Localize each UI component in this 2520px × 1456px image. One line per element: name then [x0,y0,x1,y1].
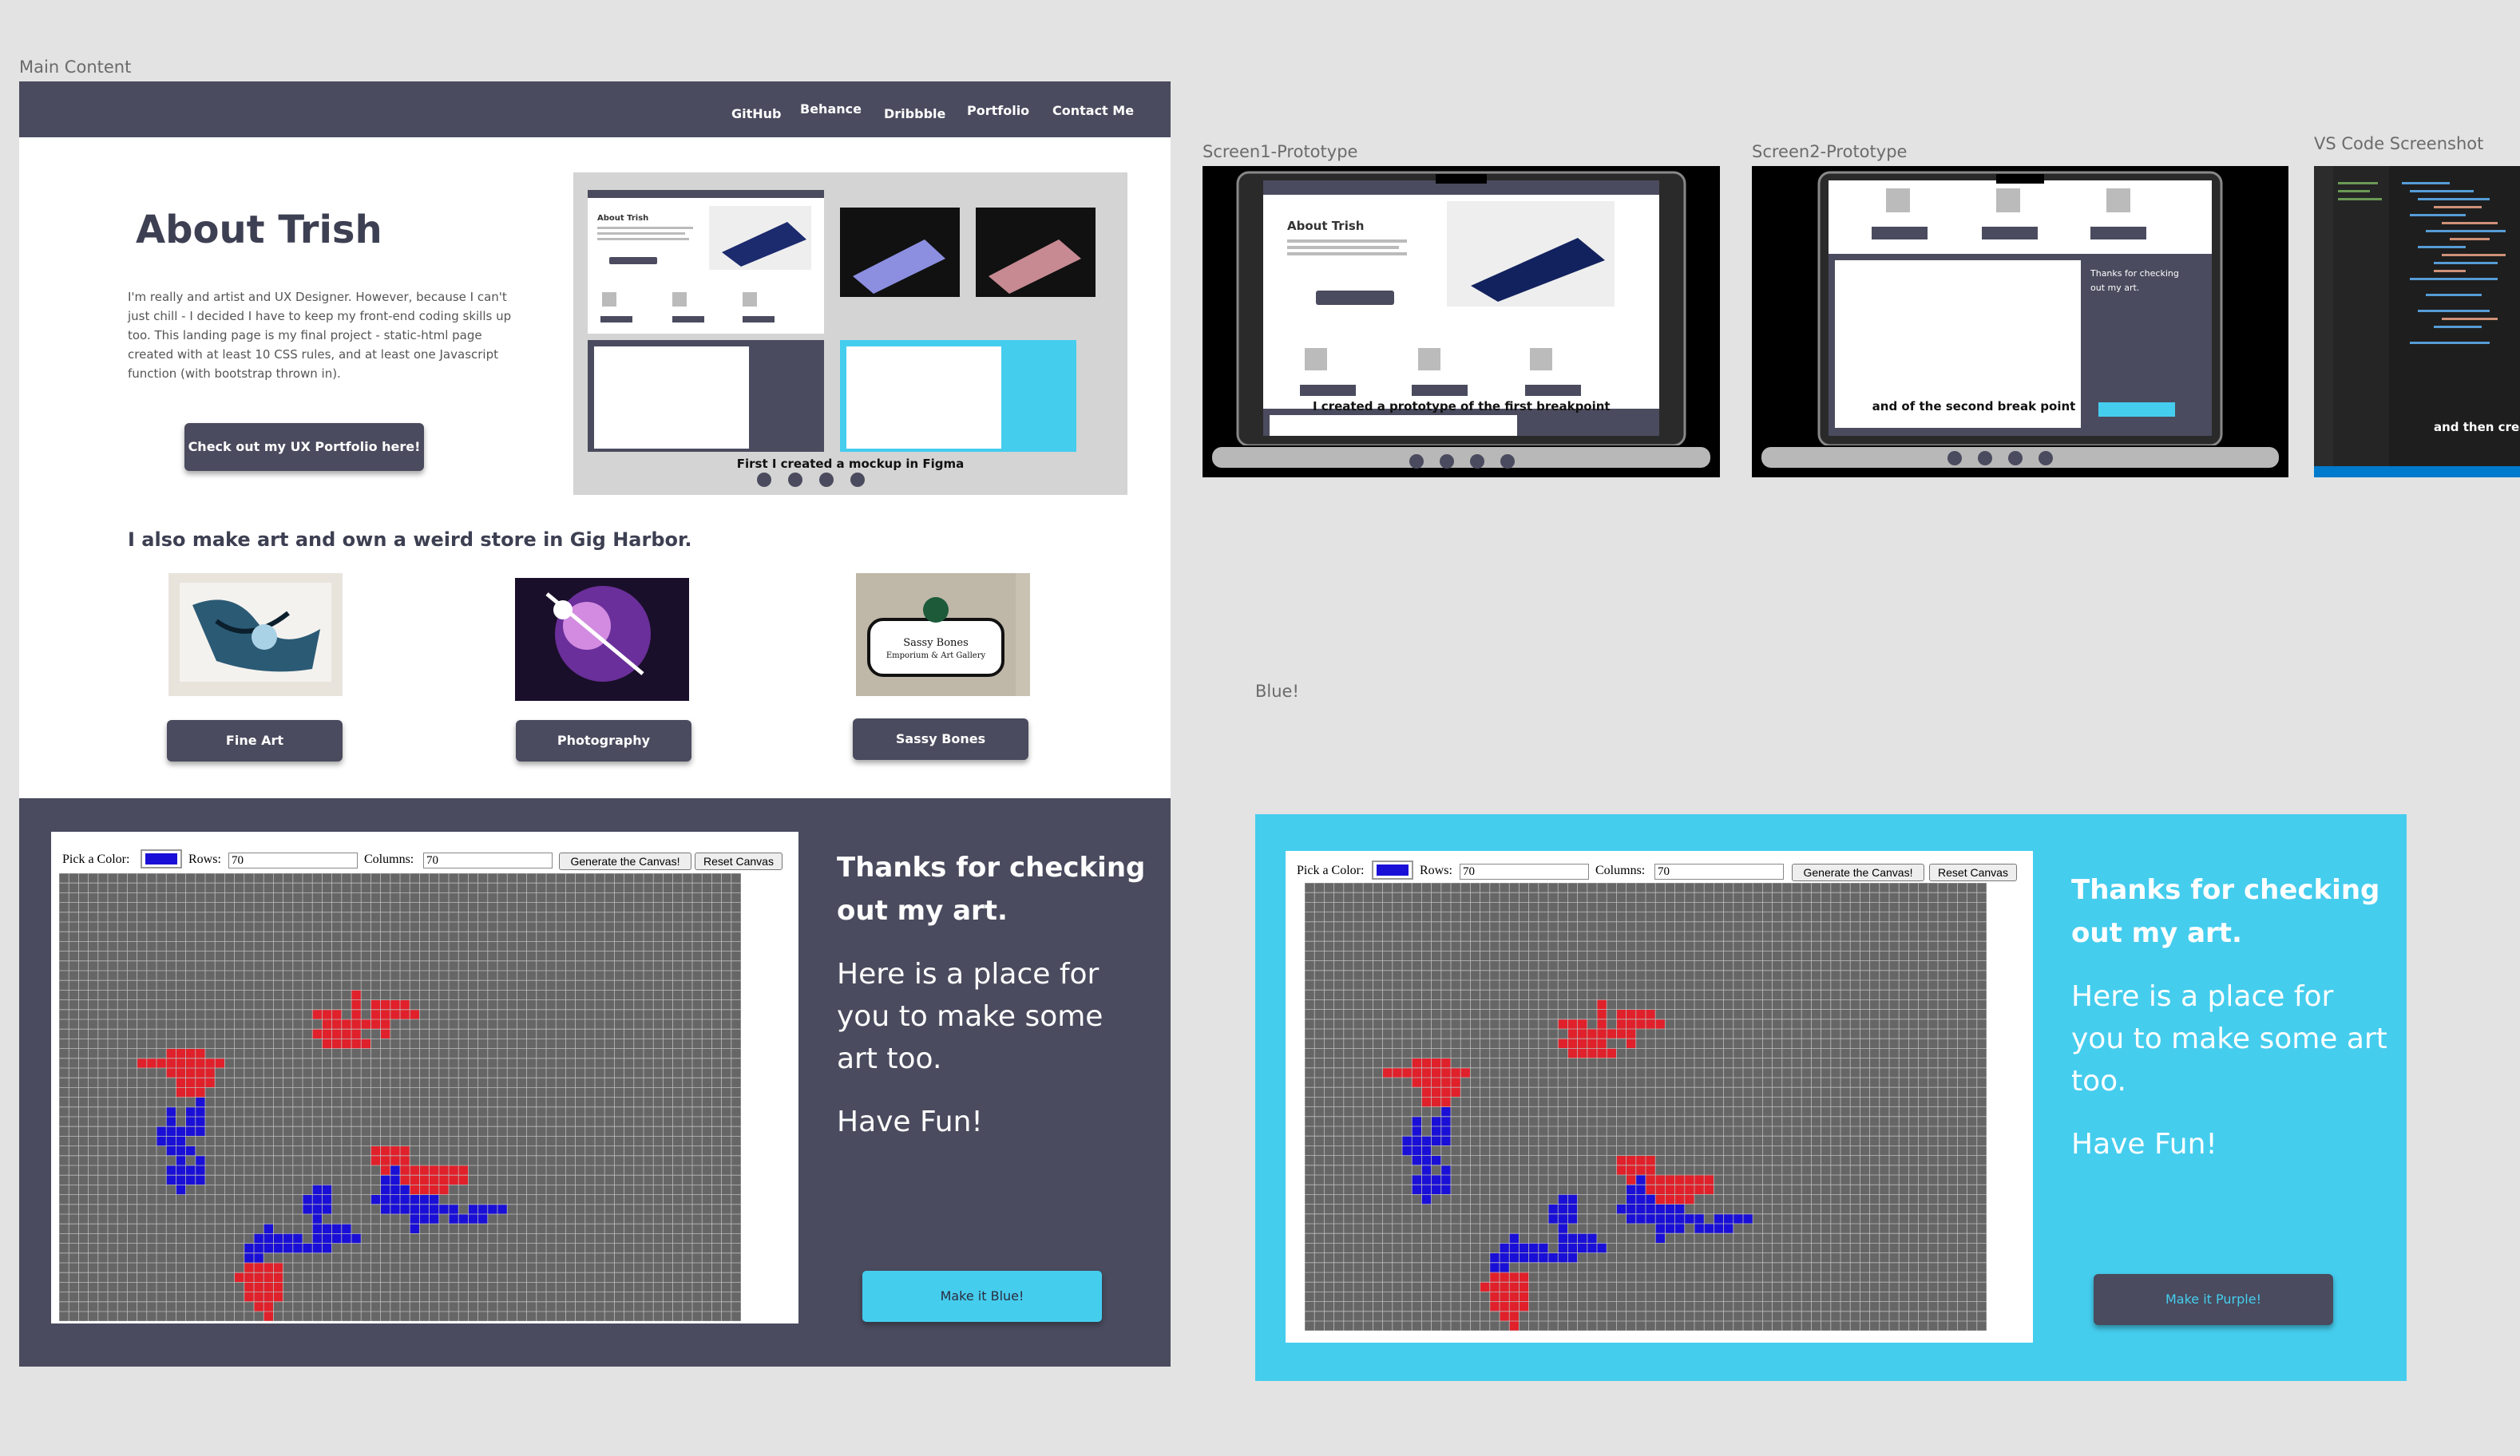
screen1-laptop-image: About Trish [1203,171,1720,477]
generate-canvas-button[interactable]: Generate the Canvas! [1792,864,1924,881]
sassy-logo-title: Sassy Bones [903,637,969,649]
fine-art-button[interactable]: Fine Art [167,720,343,762]
rows-input[interactable]: 70 [228,853,358,868]
screen2-frame-label[interactable]: Screen2-Prototype [1752,142,1907,161]
carousel-dot-4[interactable] [850,473,865,487]
blue-theme-frame: Pick a Color: Rows: 70 Columns: 70 Gener… [1255,814,2407,1381]
pixel-art-panel-blue: Pick a Color: Rows: 70 Columns: 70 Gener… [1286,851,2033,1343]
nav-link-contact-me[interactable]: Contact Me [1052,83,1134,139]
nav-link-github[interactable]: GitHub [731,86,782,142]
thanks-paragraph-1: Here is a place for you to make some art… [837,958,1103,1075]
vscode-caption: and then crea [2434,420,2520,434]
about-title: About Trish [136,208,382,252]
svg-text:About Trish: About Trish [597,214,648,223]
thanks-message: Thanks for checking out my art. Here is … [2071,868,2391,1165]
svg-text:Thanks for checking: Thanks for checking [2090,268,2179,279]
make-it-purple-button[interactable]: Make it Purple! [2094,1274,2333,1325]
thanks-paragraph-2: Have Fun! [2071,1128,2217,1161]
reset-canvas-button[interactable]: Reset Canvas [1929,864,2017,881]
color-picker[interactable] [141,849,182,868]
columns-label: Columns: [364,853,414,866]
sassy-bones-button[interactable]: Sassy Bones [853,718,1028,760]
thanks-heading: Thanks for checking out my art. [837,852,1146,927]
nav-link-portfolio[interactable]: Portfolio [967,83,1029,139]
thanks-heading: Thanks for checking out my art. [2071,874,2380,949]
mockup-caption: First I created a mockup in Figma [736,457,965,471]
color-picker[interactable] [1372,861,1413,880]
pixel-grid[interactable] [1305,883,1987,1331]
columns-input[interactable]: 70 [1654,864,1784,880]
screen2-prototype-frame: Thanks for checking out my art. and of t… [1752,166,2288,477]
rows-input[interactable]: 70 [1460,864,1589,880]
fine-art-image [168,573,343,696]
thanks-paragraph-2: Have Fun! [837,1106,983,1138]
columns-label: Columns: [1595,864,1646,877]
pick-color-label: Pick a Color: [1297,864,1365,877]
top-nav: GitHub Behance Dribbble Portfolio Contac… [19,81,1171,137]
vscode-screenshot-frame: and then crea [2314,166,2520,477]
main-content-frame: GitHub Behance Dribbble Portfolio Contac… [19,81,1171,1367]
ux-portfolio-button[interactable]: Check out my UX Portfolio here! [184,423,424,471]
rows-label: Rows: [188,853,221,866]
svg-text:out my art.: out my art. [2090,283,2139,293]
main-content-frame-label[interactable]: Main Content [19,57,131,77]
carousel-dot-3[interactable] [819,473,834,487]
sassy-bones-image: Sassy Bones Emporium & Art Gallery [856,573,1030,696]
store-heading: I also make art and own a weird store in… [128,528,692,551]
svg-text:About Trish: About Trish [1287,219,1364,233]
mockup-preview-image: About Trish [588,190,1096,452]
thanks-message: Thanks for checking out my art. Here is … [837,846,1148,1143]
pick-color-label: Pick a Color: [62,853,130,866]
figma-mockup-carousel: About Trish First I created a mockup in … [573,172,1127,495]
columns-input[interactable]: 70 [423,853,553,868]
carousel-dot-2[interactable] [788,473,802,487]
sassy-logo-subtitle: Emporium & Art Gallery [886,651,986,660]
nav-link-behance[interactable]: Behance [800,81,862,137]
photography-image [515,578,689,701]
screen2-caption: and of the second break point [1872,399,2076,413]
thanks-paragraph-1: Here is a place for you to make some art… [2071,980,2387,1098]
blue-frame-label[interactable]: Blue! [1255,682,1299,701]
about-body-text: I'm really and artist and UX Designer. H… [128,290,512,381]
pixel-art-panel: Pick a Color: Rows: 70 Columns: 70 Gener… [51,832,798,1323]
screen1-prototype-frame: About Trish I created a prototype of the… [1203,166,1720,477]
carousel-dot-1[interactable] [757,473,771,487]
vscode-frame-label[interactable]: VS Code Screenshot [2314,134,2483,153]
rows-label: Rows: [1420,864,1452,877]
make-it-blue-button[interactable]: Make it Blue! [862,1271,1102,1322]
photography-button[interactable]: Photography [516,720,691,762]
screen2-laptop-image: Thanks for checking out my art. [1752,171,2288,477]
screen1-caption: I created a prototype of the first break… [1313,399,1611,413]
nav-link-dribbble[interactable]: Dribbble [884,86,945,142]
generate-canvas-button[interactable]: Generate the Canvas! [559,853,691,870]
reset-canvas-button[interactable]: Reset Canvas [695,853,783,870]
screen1-frame-label[interactable]: Screen1-Prototype [1203,142,1357,161]
pixel-art-section: Pick a Color: Rows: 70 Columns: 70 Gener… [19,798,1171,1367]
pixel-grid[interactable] [59,873,741,1322]
